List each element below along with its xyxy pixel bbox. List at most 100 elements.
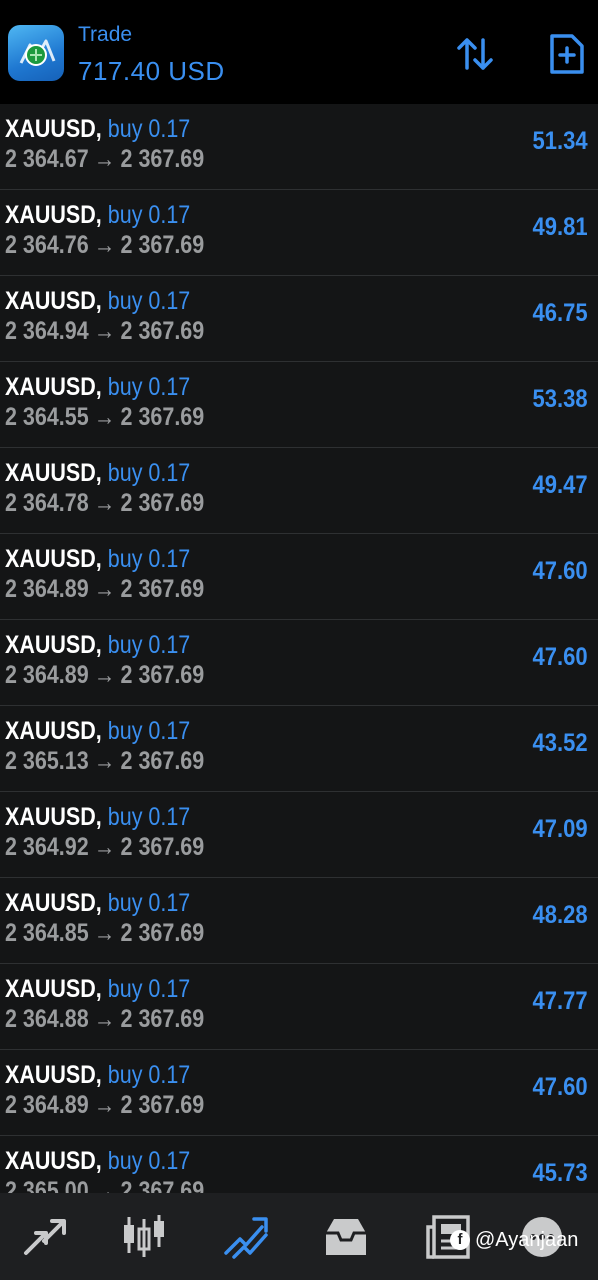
open-price: 2 364.78 xyxy=(5,489,89,517)
symbol-label: XAUUSD, xyxy=(5,115,102,143)
order-side-volume: buy 0.17 xyxy=(107,287,191,315)
history-inbox-icon xyxy=(326,1219,366,1255)
current-price: 2 367.69 xyxy=(120,575,205,603)
symbol-label: XAUUSD, xyxy=(5,201,102,229)
profit-value: 47.77 xyxy=(532,987,588,1015)
position-title: XAUUSD, buy 0.17 xyxy=(5,974,190,1004)
account-balance: 717.40 USD xyxy=(78,56,225,86)
order-side-volume: buy 0.17 xyxy=(107,115,191,143)
trade-trend-icon xyxy=(224,1217,268,1259)
price-line: 2 364.67 → 2 367.69 xyxy=(5,144,204,174)
position-row[interactable]: XAUUSD, buy 0.17 2 364.78 → 2 367.69 49.47 xyxy=(0,448,598,534)
open-price: 2 364.88 xyxy=(5,1005,89,1033)
open-price: 2 364.94 xyxy=(5,317,89,345)
arrow-icon: → xyxy=(93,1091,116,1119)
new-document-icon xyxy=(550,34,584,74)
current-price: 2 367.69 xyxy=(120,489,205,517)
symbol-label: XAUUSD, xyxy=(5,717,102,745)
arrow-icon: → xyxy=(93,145,116,173)
open-price: 2 364.89 xyxy=(5,575,89,603)
arrow-icon: → xyxy=(93,919,116,947)
position-title: XAUUSD, buy 0.17 xyxy=(5,372,190,402)
order-side-volume: buy 0.17 xyxy=(107,201,191,229)
symbol-label: XAUUSD, xyxy=(5,373,102,401)
symbol-label: XAUUSD, xyxy=(5,975,102,1003)
open-price: 2 364.76 xyxy=(5,231,89,259)
trade-screen: Trade 717.40 USD XAUUSD, buy 0.17 2 364.67… xyxy=(0,0,598,1280)
nav-chart[interactable] xyxy=(120,1213,168,1261)
profit-value: 51.34 xyxy=(532,127,588,155)
watermark: f @Ayanjaan xyxy=(450,1227,578,1253)
arrow-icon: → xyxy=(93,747,116,775)
profit-value: 49.81 xyxy=(532,213,588,241)
arrow-icon: → xyxy=(93,575,116,603)
nav-trade[interactable] xyxy=(222,1213,270,1261)
position-title: XAUUSD, buy 0.17 xyxy=(5,114,190,144)
profit-value: 47.09 xyxy=(532,815,588,843)
current-price: 2 367.69 xyxy=(120,403,205,431)
current-price: 2 367.69 xyxy=(120,145,205,173)
order-side-volume: buy 0.17 xyxy=(107,373,191,401)
position-row[interactable]: XAUUSD, buy 0.17 2 364.89 → 2 367.69 47.60 xyxy=(0,534,598,620)
order-side-volume: buy 0.17 xyxy=(107,1061,191,1089)
top-bar: Trade 717.40 USD xyxy=(0,0,598,104)
position-row[interactable]: XAUUSD, buy 0.17 2 364.85 → 2 367.69 48.28 xyxy=(0,878,598,964)
position-title: XAUUSD, buy 0.17 xyxy=(5,200,190,230)
order-side-volume: buy 0.17 xyxy=(107,631,191,659)
open-price: 2 364.55 xyxy=(5,403,89,431)
position-row[interactable]: XAUUSD, buy 0.17 2 364.67 → 2 367.69 51.34 xyxy=(0,104,598,190)
position-row[interactable]: XAUUSD, buy 0.17 2 364.89 → 2 367.69 47.60 xyxy=(0,1050,598,1136)
current-price: 2 367.69 xyxy=(120,1005,205,1033)
current-price: 2 367.69 xyxy=(120,747,205,775)
sort-button[interactable] xyxy=(451,30,499,78)
nav-history[interactable] xyxy=(322,1213,370,1261)
profit-value: 46.75 xyxy=(532,299,588,327)
position-row[interactable]: XAUUSD, buy 0.17 2 364.55 → 2 367.69 53.38 xyxy=(0,362,598,448)
arrow-icon: → xyxy=(93,661,116,689)
order-side-volume: buy 0.17 xyxy=(107,717,191,745)
position-row[interactable]: XAUUSD, buy 0.17 2 364.92 → 2 367.69 47.09 xyxy=(0,792,598,878)
position-title: XAUUSD, buy 0.17 xyxy=(5,888,190,918)
sort-arrows-icon xyxy=(457,38,493,70)
position-row[interactable]: XAUUSD, buy 0.17 2 364.76 → 2 367.69 49.81 xyxy=(0,190,598,276)
position-title: XAUUSD, buy 0.17 xyxy=(5,286,190,316)
current-price: 2 367.69 xyxy=(120,317,205,345)
position-title: XAUUSD, buy 0.17 xyxy=(5,802,190,832)
order-side-volume: buy 0.17 xyxy=(107,803,191,831)
profit-value: 47.60 xyxy=(532,1073,588,1101)
position-row[interactable]: XAUUSD, buy 0.17 2 364.94 → 2 367.69 46.75 xyxy=(0,276,598,362)
chart-candles-icon xyxy=(124,1215,164,1257)
position-row[interactable]: XAUUSD, buy 0.17 2 364.88 → 2 367.69 47.77 xyxy=(0,964,598,1050)
profit-value: 48.28 xyxy=(532,901,588,929)
position-title: XAUUSD, buy 0.17 xyxy=(5,630,190,660)
price-line: 2 364.94 → 2 367.69 xyxy=(5,316,204,346)
position-title: XAUUSD, buy 0.17 xyxy=(5,544,190,574)
price-line: 2 364.78 → 2 367.69 xyxy=(5,488,204,518)
new-order-button[interactable] xyxy=(542,30,590,78)
arrow-icon: → xyxy=(93,833,116,861)
symbol-label: XAUUSD, xyxy=(5,1061,102,1089)
watermark-text: @Ayanjaan xyxy=(475,1229,579,1251)
profit-value: 49.47 xyxy=(532,471,588,499)
open-price: 2 365.13 xyxy=(5,747,89,775)
metatrader-logo-icon[interactable] xyxy=(8,25,64,81)
position-title: XAUUSD, buy 0.17 xyxy=(5,1146,190,1176)
symbol-label: XAUUSD, xyxy=(5,889,102,917)
current-price: 2 367.69 xyxy=(120,1091,205,1119)
symbol-label: XAUUSD, xyxy=(5,631,102,659)
arrow-icon: → xyxy=(93,489,116,517)
open-price: 2 364.89 xyxy=(5,1091,89,1119)
open-price: 2 364.92 xyxy=(5,833,89,861)
nav-quotes[interactable] xyxy=(20,1213,68,1261)
arrow-icon: → xyxy=(93,231,116,259)
order-side-volume: buy 0.17 xyxy=(107,459,191,487)
position-row[interactable]: XAUUSD, buy 0.17 2 365.13 → 2 367.69 43.52 xyxy=(0,706,598,792)
position-title: XAUUSD, buy 0.17 xyxy=(5,458,190,488)
symbol-label: XAUUSD, xyxy=(5,803,102,831)
quotes-arrows-icon xyxy=(24,1219,66,1255)
price-line: 2 364.92 → 2 367.69 xyxy=(5,832,204,862)
current-price: 2 367.69 xyxy=(120,919,205,947)
position-row[interactable]: XAUUSD, buy 0.17 2 364.89 → 2 367.69 47.60 xyxy=(0,620,598,706)
symbol-label: XAUUSD, xyxy=(5,1147,102,1175)
order-side-volume: buy 0.17 xyxy=(107,545,191,573)
